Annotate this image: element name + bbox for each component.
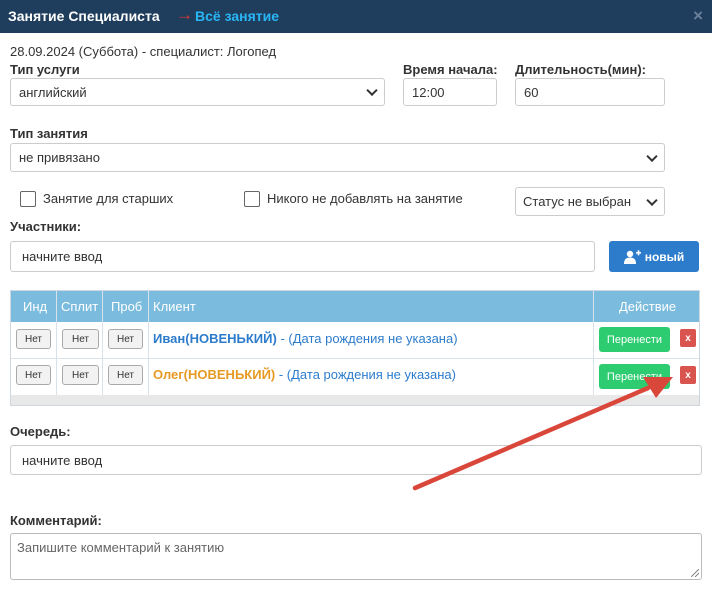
dialog-titlebar: Занятие Специалиста → Всё занятие × — [0, 0, 712, 33]
client-cell: Иван(НОВЕНЬКИЙ) - (Дата рождения не указ… — [153, 331, 458, 346]
client-name-link[interactable]: Иван(НОВЕНЬКИЙ) — [153, 331, 277, 346]
comment-textarea[interactable]: Запишите комментарий к занятию — [10, 533, 702, 580]
move-button[interactable]: Перенести — [599, 364, 670, 389]
duration-input[interactable]: 60 — [515, 78, 665, 106]
ind-toggle-button[interactable]: Нет — [16, 365, 51, 385]
col-prob-header: Проб — [111, 299, 143, 314]
column-divider — [56, 291, 57, 405]
client-birthdate: - (Дата рождения не указана) — [276, 331, 458, 346]
lesson-info-header: 28.09.2024 (Суббота) - специалист: Логоп… — [10, 44, 277, 59]
service-type-select[interactable]: английский — [10, 78, 385, 106]
prob-toggle-button[interactable]: Нет — [108, 365, 143, 385]
senior-lesson-checkbox[interactable] — [20, 191, 36, 207]
col-ind-header: Инд — [23, 299, 48, 314]
col-action-header: Действие — [619, 299, 677, 314]
column-divider — [593, 291, 594, 405]
user-plus-icon — [623, 249, 641, 264]
service-type-label: Тип услуги — [10, 62, 80, 77]
status-value: Статус не выбран — [523, 194, 632, 209]
title-arrow-icon: → — [176, 5, 193, 24]
move-button[interactable]: Перенести — [599, 327, 670, 352]
duration-value: 60 — [524, 84, 539, 100]
service-type-value: английский — [19, 84, 87, 100]
comment-label: Комментарий: — [10, 513, 102, 528]
chevron-down-icon — [366, 84, 378, 97]
comment-placeholder: Запишите комментарий к занятию — [17, 540, 225, 555]
client-name-link[interactable]: Олег(НОВЕНЬКИЙ) — [153, 367, 275, 382]
table-header: Инд Сплит Проб Клиент Действие — [11, 291, 699, 322]
status-select[interactable]: Статус не выбран — [515, 187, 665, 216]
column-divider — [148, 291, 149, 405]
lesson-type-label: Тип занятия — [10, 126, 88, 141]
column-divider — [102, 291, 103, 405]
table-footer — [11, 395, 699, 405]
dialog-title: Занятие Специалиста — [8, 8, 160, 24]
participants-placeholder: начните ввод — [22, 249, 103, 264]
client-birthdate: - (Дата рождения не указана) — [275, 367, 456, 382]
participants-table: Инд Сплит Проб Клиент Действие Нет Нет Н… — [10, 290, 700, 406]
prob-toggle-button[interactable]: Нет — [108, 329, 143, 349]
delete-button[interactable]: x — [680, 366, 696, 384]
chevron-down-icon — [646, 194, 658, 206]
col-split-header: Сплит — [61, 299, 99, 314]
start-time-value: 12:00 — [412, 84, 445, 100]
lesson-type-value: не привязано — [19, 150, 100, 165]
duration-label: Длительность(мин): — [515, 62, 647, 77]
new-client-label: новый — [644, 249, 685, 264]
chevron-down-icon — [646, 150, 658, 162]
queue-search-input[interactable]: начните ввод — [10, 445, 702, 475]
dialog-subtitle: Всё занятие — [195, 8, 280, 24]
start-time-label: Время начала: — [403, 62, 498, 77]
new-client-button[interactable]: новый — [609, 241, 699, 272]
resize-handle-icon[interactable] — [691, 569, 699, 577]
no-add-checkbox[interactable] — [244, 191, 260, 207]
ind-toggle-button[interactable]: Нет — [16, 329, 51, 349]
delete-button[interactable]: x — [680, 329, 696, 347]
queue-placeholder: начните ввод — [22, 452, 103, 468]
participants-label: Участники: — [10, 219, 82, 234]
lesson-type-select[interactable]: не привязано — [10, 143, 665, 172]
row-divider — [11, 358, 699, 359]
queue-label: Очередь: — [10, 424, 71, 439]
split-toggle-button[interactable]: Нет — [62, 365, 99, 385]
start-time-input[interactable]: 12:00 — [403, 78, 497, 106]
col-client-header: Клиент — [153, 299, 196, 314]
close-icon[interactable]: × — [693, 6, 703, 26]
split-toggle-button[interactable]: Нет — [62, 329, 99, 349]
senior-lesson-label: Занятие для старших — [43, 191, 174, 206]
client-cell: Олег(НОВЕНЬКИЙ) - (Дата рождения не указ… — [153, 367, 456, 382]
no-add-label: Никого не добавлять на занятие — [267, 191, 463, 206]
participants-search-input[interactable]: начните ввод — [10, 241, 595, 272]
